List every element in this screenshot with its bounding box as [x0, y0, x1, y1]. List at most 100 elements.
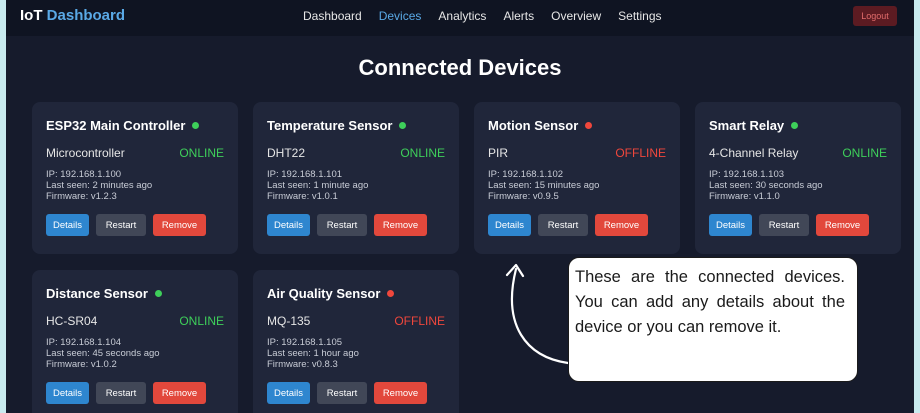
device-ip: IP: 192.168.1.105	[267, 337, 343, 348]
device-type: 4-Channel Relay	[709, 146, 799, 160]
device-type-row: MQ-135 OFFLINE	[267, 314, 445, 328]
device-actions: Details Restart Remove	[709, 214, 887, 236]
details-button[interactable]: Details	[488, 214, 531, 236]
restart-button[interactable]: Restart	[96, 214, 146, 236]
details-button[interactable]: Details	[46, 382, 89, 404]
restart-button[interactable]: Restart	[317, 214, 367, 236]
main-nav: Dashboard Devices Analytics Alerts Overv…	[303, 9, 662, 23]
remove-button[interactable]: Remove	[595, 214, 648, 236]
device-meta: IP: 192.168.1.105 Last seen: 1 hour ago …	[267, 337, 445, 370]
device-name: ESP32 Main Controller	[46, 118, 186, 133]
device-ip: IP: 192.168.1.101	[267, 169, 343, 180]
restart-button[interactable]: Restart	[759, 214, 809, 236]
device-card: Temperature Sensor DHT22 ONLINE IP: 192.…	[253, 102, 459, 254]
remove-button[interactable]: Remove	[374, 382, 427, 404]
device-card-header: Smart Relay	[709, 118, 887, 133]
device-last-seen: Last seen: 45 seconds ago	[46, 348, 160, 359]
details-button[interactable]: Details	[46, 214, 89, 236]
nav-overview[interactable]: Overview	[551, 9, 601, 23]
device-card: Air Quality Sensor MQ-135 OFFLINE IP: 19…	[253, 270, 459, 413]
status-dot-icon	[154, 290, 162, 297]
device-last-seen: Last seen: 1 minute ago	[267, 180, 369, 191]
device-meta: IP: 192.168.1.100 Last seen: 2 minutes a…	[46, 169, 224, 202]
status-badge: OFFLINE	[615, 146, 666, 160]
device-card-header: ESP32 Main Controller	[46, 118, 224, 133]
restart-button[interactable]: Restart	[96, 382, 146, 404]
device-actions: Details Restart Remove	[267, 382, 445, 404]
device-firmware: Firmware: v0.9.5	[488, 191, 559, 202]
device-card-header: Temperature Sensor	[267, 118, 445, 133]
device-ip: IP: 192.168.1.104	[46, 337, 122, 348]
device-last-seen: Last seen: 15 minutes ago	[488, 180, 600, 191]
device-firmware: Firmware: v1.0.1	[267, 191, 338, 202]
brand-prefix: IoT	[20, 7, 43, 24]
device-card: ESP32 Main Controller Microcontroller ON…	[32, 102, 238, 254]
device-firmware: Firmware: v1.2.3	[46, 191, 117, 202]
device-ip: IP: 192.168.1.102	[488, 169, 564, 180]
status-dot-icon	[387, 290, 395, 297]
device-firmware: Firmware: v0.8.3	[267, 359, 338, 370]
status-badge: ONLINE	[400, 146, 445, 160]
device-actions: Details Restart Remove	[267, 214, 445, 236]
device-type: DHT22	[267, 146, 306, 160]
brand-logo[interactable]: IoT Dashboard	[20, 7, 125, 24]
device-name: Smart Relay	[709, 118, 785, 133]
status-badge: ONLINE	[179, 314, 224, 328]
device-name: Temperature Sensor	[267, 118, 393, 133]
status-badge: OFFLINE	[394, 314, 445, 328]
details-button[interactable]: Details	[267, 382, 310, 404]
nav-alerts[interactable]: Alerts	[503, 9, 534, 23]
device-type-row: HC-SR04 ONLINE	[46, 314, 224, 328]
device-type: HC-SR04	[46, 314, 98, 328]
nav-dashboard[interactable]: Dashboard	[303, 9, 362, 23]
status-dot-icon	[192, 122, 200, 129]
device-name: Distance Sensor	[46, 286, 148, 301]
details-button[interactable]: Details	[709, 214, 752, 236]
restart-button[interactable]: Restart	[538, 214, 588, 236]
nav-analytics[interactable]: Analytics	[438, 9, 486, 23]
restart-button[interactable]: Restart	[317, 382, 367, 404]
device-actions: Details Restart Remove	[488, 214, 666, 236]
status-dot-icon	[399, 122, 407, 129]
logout-button[interactable]: Logout	[853, 6, 897, 26]
device-type: PIR	[488, 146, 509, 160]
annotation-callout: These are the connected devices. You can…	[568, 257, 858, 382]
device-ip: IP: 192.168.1.100	[46, 169, 122, 180]
status-badge: ONLINE	[179, 146, 224, 160]
device-type-row: PIR OFFLINE	[488, 146, 666, 160]
remove-button[interactable]: Remove	[374, 214, 427, 236]
device-type-row: DHT22 ONLINE	[267, 146, 445, 160]
top-navigation-bar: IoT Dashboard Dashboard Devices Analytic…	[6, 0, 914, 36]
device-card: Motion Sensor PIR OFFLINE IP: 192.168.1.…	[474, 102, 680, 254]
device-card: Distance Sensor HC-SR04 ONLINE IP: 192.1…	[32, 270, 238, 413]
device-type-row: 4-Channel Relay ONLINE	[709, 146, 887, 160]
device-meta: IP: 192.168.1.104 Last seen: 45 seconds …	[46, 337, 224, 370]
device-meta: IP: 192.168.1.101 Last seen: 1 minute ag…	[267, 169, 445, 202]
brand-accent: Dashboard	[46, 7, 126, 24]
remove-button[interactable]: Remove	[153, 214, 206, 236]
device-meta: IP: 192.168.1.103 Last seen: 30 seconds …	[709, 169, 887, 202]
device-firmware: Firmware: v1.0.2	[46, 359, 117, 370]
nav-devices[interactable]: Devices	[379, 9, 422, 23]
annotation-arrow-icon	[505, 263, 570, 365]
device-actions: Details Restart Remove	[46, 382, 224, 404]
device-meta: IP: 192.168.1.102 Last seen: 15 minutes …	[488, 169, 666, 202]
device-name: Motion Sensor	[488, 118, 579, 133]
remove-button[interactable]: Remove	[153, 382, 206, 404]
device-last-seen: Last seen: 30 seconds ago	[709, 180, 823, 191]
status-badge: ONLINE	[842, 146, 887, 160]
details-button[interactable]: Details	[267, 214, 310, 236]
device-type: Microcontroller	[46, 146, 125, 160]
device-card-header: Distance Sensor	[46, 286, 224, 301]
device-firmware: Firmware: v1.1.0	[709, 191, 780, 202]
device-card-header: Motion Sensor	[488, 118, 666, 133]
status-dot-icon	[791, 122, 799, 129]
device-last-seen: Last seen: 2 minutes ago	[46, 180, 153, 191]
device-last-seen: Last seen: 1 hour ago	[267, 348, 359, 359]
device-card-header: Air Quality Sensor	[267, 286, 445, 301]
nav-settings[interactable]: Settings	[618, 9, 661, 23]
device-type-row: Microcontroller ONLINE	[46, 146, 224, 160]
remove-button[interactable]: Remove	[816, 214, 869, 236]
device-actions: Details Restart Remove	[46, 214, 224, 236]
device-name: Air Quality Sensor	[267, 286, 381, 301]
